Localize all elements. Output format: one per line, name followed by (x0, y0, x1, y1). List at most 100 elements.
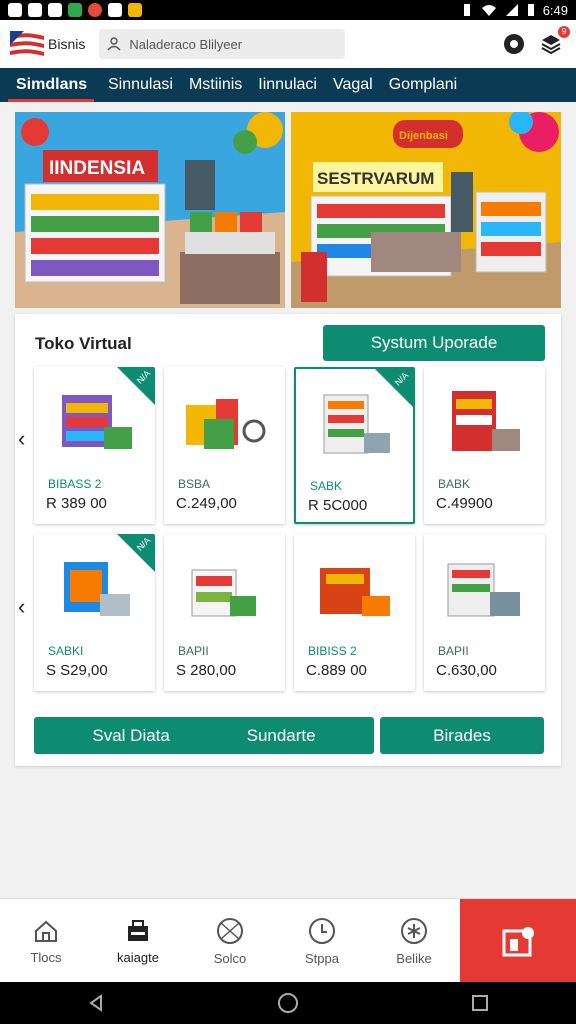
save-data-label[interactable]: Sval Diata (92, 726, 169, 746)
user-icon (107, 37, 121, 51)
product-card[interactable]: BAPII S 280,00 (164, 534, 285, 691)
nav-label: Tlocs (30, 949, 62, 965)
nav-label: Stppa (305, 950, 339, 966)
product-code: SABKI (48, 644, 84, 658)
product-price: R 389 00 (46, 495, 107, 512)
banner-store-1[interactable]: IINDENSIA (15, 112, 285, 308)
tab-gomplani[interactable]: Gomplani (381, 68, 465, 102)
tab-vagal[interactable]: Vagal (325, 68, 381, 102)
standard-label[interactable]: Sundarte (247, 726, 316, 746)
system-upgrade-button[interactable]: Systum Uporade (323, 325, 545, 361)
status-notification-icons (8, 3, 142, 17)
virtual-store-panel: Toko Virtual Systum Uporade ‹ ‹ N/A BIBA… (15, 314, 561, 766)
product-code: BAPII (438, 644, 469, 658)
battery-icon (527, 4, 534, 16)
store-illustration-1: IINDENSIA (15, 112, 285, 308)
action-buttons: Sval Diata Sundarte Birades (34, 717, 544, 754)
store-illustration-2: Dijenbasi SESTRVARUM (291, 112, 561, 308)
home-icon (35, 920, 57, 942)
nav-item-register[interactable]: kaiagte (92, 899, 184, 983)
notification-icon (8, 3, 22, 17)
status-bar: 6:49 (0, 0, 576, 20)
notification-icon (108, 3, 122, 17)
chevron-left-icon[interactable]: ‹ (18, 594, 25, 620)
notification-icon (128, 3, 142, 17)
chevron-left-icon[interactable]: ‹ (18, 426, 25, 452)
nav-label: Solco (213, 950, 247, 966)
product-card[interactable]: BSBA C.249,00 (164, 367, 285, 524)
product-price: C.249,00 (176, 495, 237, 512)
nav-item-globe[interactable]: Solco (184, 899, 276, 983)
app-bar: Bisnis Naladeraco Blilyeer 9 (0, 20, 576, 68)
notification-icon (48, 3, 62, 17)
banner-sign-text: SESTRVARUM (317, 169, 434, 188)
banner-carousel[interactable]: IINDENSIA Dijenbasi SESTRVARUM (15, 112, 561, 308)
product-price: C.630,00 (436, 662, 497, 679)
wifi-icon (481, 5, 496, 16)
product-code: BABK (438, 477, 471, 491)
flag-logo-icon (10, 31, 44, 57)
back-icon[interactable] (86, 993, 106, 1013)
product-code: BSBA (178, 477, 211, 491)
layers-button[interactable]: 9 (540, 26, 570, 56)
product-price: S 280,00 (176, 662, 237, 679)
product-card-selected[interactable]: N/A SABK R 5C000 (294, 367, 415, 524)
product-image (186, 399, 266, 449)
home-circle-icon[interactable] (277, 992, 299, 1014)
product-image (191, 569, 256, 617)
clock-time: 6:49 (542, 2, 568, 18)
notification-icon (28, 3, 42, 17)
tab-simdlans[interactable]: Simdlans (8, 68, 94, 102)
product-card[interactable]: BAPII C.630,00 (424, 534, 545, 691)
register-icon (128, 919, 148, 941)
tab-iinnulaci[interactable]: Iinnulaci (250, 68, 325, 102)
share-action-button[interactable] (460, 899, 576, 983)
clock-icon (309, 917, 335, 944)
nav-item-clock[interactable]: Stppa (276, 899, 368, 983)
product-card[interactable]: BIBISS 2 C.889 00 (294, 534, 415, 691)
notification-icon (68, 3, 82, 17)
globe-icon (217, 917, 243, 944)
star-icon (401, 917, 427, 944)
notification-icon (88, 3, 102, 17)
gear-icon[interactable] (502, 32, 526, 56)
product-code: BIBISS 2 (308, 644, 357, 658)
product-card[interactable]: N/A BIBASS 2 R 389 00 (34, 367, 155, 524)
product-price: S S29,00 (46, 662, 108, 679)
search-input[interactable]: Naladeraco Blilyeer (99, 29, 346, 59)
banner-store-2[interactable]: Dijenbasi SESTRVARUM (291, 112, 561, 308)
product-image (320, 568, 390, 616)
tab-sinnulasi[interactable]: Sinnulasi (100, 68, 181, 102)
nav-item-home[interactable]: Tlocs (0, 899, 92, 983)
recents-icon[interactable] (470, 993, 490, 1013)
product-code: BAPII (178, 644, 209, 658)
product-grid: N/A BIBASS 2 R 389 00 BSBA C.249,00 N/A … (34, 367, 546, 691)
product-price: R 5C000 (308, 497, 368, 514)
product-card[interactable]: BABK C.49900 (424, 367, 545, 524)
nav-label: kaiagte (117, 949, 159, 965)
bottom-nav: Tlocs kaiagte Solco Stppa Belike (0, 898, 576, 983)
product-price: C.889 00 (306, 662, 367, 679)
banner-badge-text: Dijenbasi (399, 130, 448, 142)
search-placeholder: Naladeraco Blilyeer (129, 36, 243, 52)
notification-badge: 9 (558, 26, 570, 38)
nav-label: Belike (396, 950, 432, 966)
brand-name: Bisnis (48, 36, 86, 52)
product-code: SABK (310, 479, 343, 493)
product-card[interactable]: N/A SABKI S S29,00 (34, 534, 155, 691)
vibrate-icon (463, 4, 470, 16)
product-code: BIBASS 2 (48, 477, 102, 491)
product-image (452, 391, 520, 451)
product-image (447, 563, 520, 617)
share-icon (502, 927, 534, 957)
banner-sign-text: IINDENSIA (49, 158, 145, 179)
save-data-button-group[interactable]: Sval Diata Sundarte (34, 717, 374, 754)
tab-mstiinis[interactable]: Mstiinis (181, 68, 250, 102)
system-nav-bar (0, 982, 576, 1024)
birades-button[interactable]: Birades (380, 717, 544, 754)
signal-icon (505, 4, 518, 16)
section-title: Toko Virtual (35, 334, 132, 353)
product-price: C.49900 (436, 495, 493, 512)
nav-item-favorite[interactable]: Belike (368, 899, 460, 983)
tab-bar: Simdlans Sinnulasi Mstiinis Iinnulaci Va… (0, 68, 576, 102)
